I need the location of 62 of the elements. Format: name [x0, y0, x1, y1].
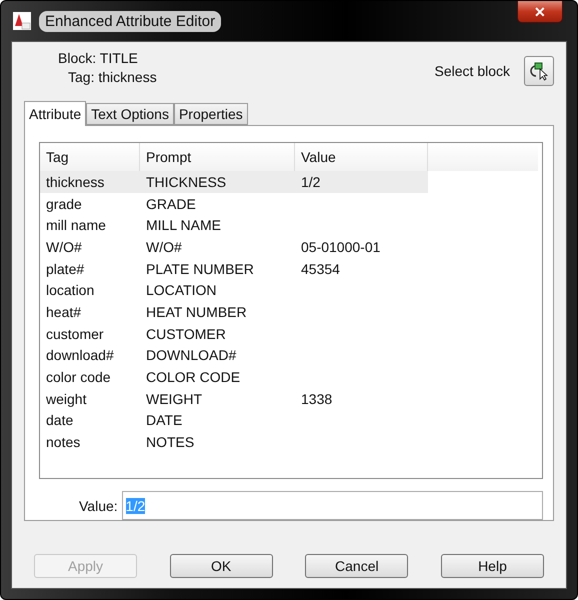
value-text: 1/2 — [126, 498, 146, 514]
dialog-button[interactable]: Help — [440, 554, 544, 578]
table-row[interactable]: color code COLOR CODE — [40, 366, 428, 388]
select-block-label: Select block — [434, 63, 510, 79]
table-cell-text: COLOR CODE — [145, 368, 242, 388]
table-row[interactable]: plate# PLATE NUMBER 45354 — [40, 258, 428, 280]
table-cell-text: HEAT NUMBER — [145, 302, 248, 322]
tag-label: Tag: thickness — [67, 69, 157, 85]
table-cell-text: 45354 — [300, 260, 341, 279]
table-cell-text: MILL NAME — [145, 216, 222, 236]
column-header[interactable]: Tag — [40, 143, 140, 171]
table-cell-text: DOWNLOAD# — [145, 346, 238, 366]
table-cell-text: DATE — [145, 411, 184, 430]
pointer-icon — [529, 61, 549, 81]
table-row[interactable]: mill name MILL NAME — [40, 214, 428, 236]
value-label: Value: — [79, 498, 118, 514]
table-cell-text: date — [45, 411, 74, 430]
table-cell-text: LOCATION — [145, 281, 218, 300]
table-cell-text: color code — [45, 368, 112, 388]
table-cell-text: PLATE NUMBER — [145, 260, 255, 279]
table-cell-text: notes — [45, 433, 82, 452]
table-cell-text: grade — [45, 194, 83, 214]
dialog-button[interactable]: OK — [170, 554, 273, 578]
block-label: Block: TITLE — [58, 50, 139, 66]
table-cell-text: W/O# — [145, 238, 183, 257]
table-cell-text: NOTES — [145, 433, 196, 452]
table-cell-text: location — [45, 281, 96, 300]
table-row[interactable]: weight WEIGHT 1338 — [40, 388, 428, 410]
table-row[interactable]: download# DOWNLOAD# — [40, 344, 428, 366]
table-cell-text: 1338 — [300, 390, 334, 409]
table-row[interactable]: thickness THICKNESS 1/2 — [40, 171, 428, 193]
table-cell-text: plate# — [45, 260, 86, 279]
table-row[interactable]: grade GRADE — [40, 192, 428, 214]
table-cell-text: mill name — [45, 216, 107, 236]
table-row[interactable]: notes NOTES — [40, 431, 428, 453]
table-cell-text: GRADE — [145, 194, 197, 214]
table-row[interactable]: W/O# W/O# 05-01000-01 — [40, 236, 428, 258]
table-cell-text: weight — [45, 390, 88, 409]
column-header[interactable]: Value — [295, 143, 428, 171]
window-title: Enhanced Attribute Editor — [39, 10, 222, 32]
close-button[interactable]: ✕ — [517, 1, 563, 23]
dialog-button[interactable]: Cancel — [305, 554, 408, 578]
table-cell-text: THICKNESS — [145, 172, 228, 192]
table-cell-text: WEIGHT — [145, 390, 203, 409]
table-row[interactable]: location LOCATION — [40, 279, 428, 302]
tab[interactable]: Attribute — [24, 101, 86, 126]
table-row[interactable]: heat# HEAT NUMBER — [40, 301, 428, 323]
tab[interactable]: Properties — [174, 103, 248, 125]
select-block-button[interactable] — [524, 56, 554, 86]
table-cell-text: customer — [45, 324, 105, 344]
tab[interactable]: Text Options — [86, 103, 174, 125]
table-row[interactable]: customer CUSTOMER — [40, 322, 428, 344]
table-cell-text: download# — [45, 346, 115, 366]
table-cell-text: CUSTOMER — [145, 324, 227, 344]
table-cell-text: W/O# — [45, 238, 83, 257]
table-cell-text: 05-01000-01 — [300, 238, 382, 257]
app-logo-icon — [13, 12, 31, 30]
table-cell-text: thickness — [45, 172, 106, 192]
table-row[interactable]: date DATE — [40, 410, 428, 432]
table-cell-text: 1/2 — [300, 172, 322, 192]
column-header[interactable]: Prompt — [140, 143, 295, 171]
table-cell-text: heat# — [45, 302, 82, 322]
